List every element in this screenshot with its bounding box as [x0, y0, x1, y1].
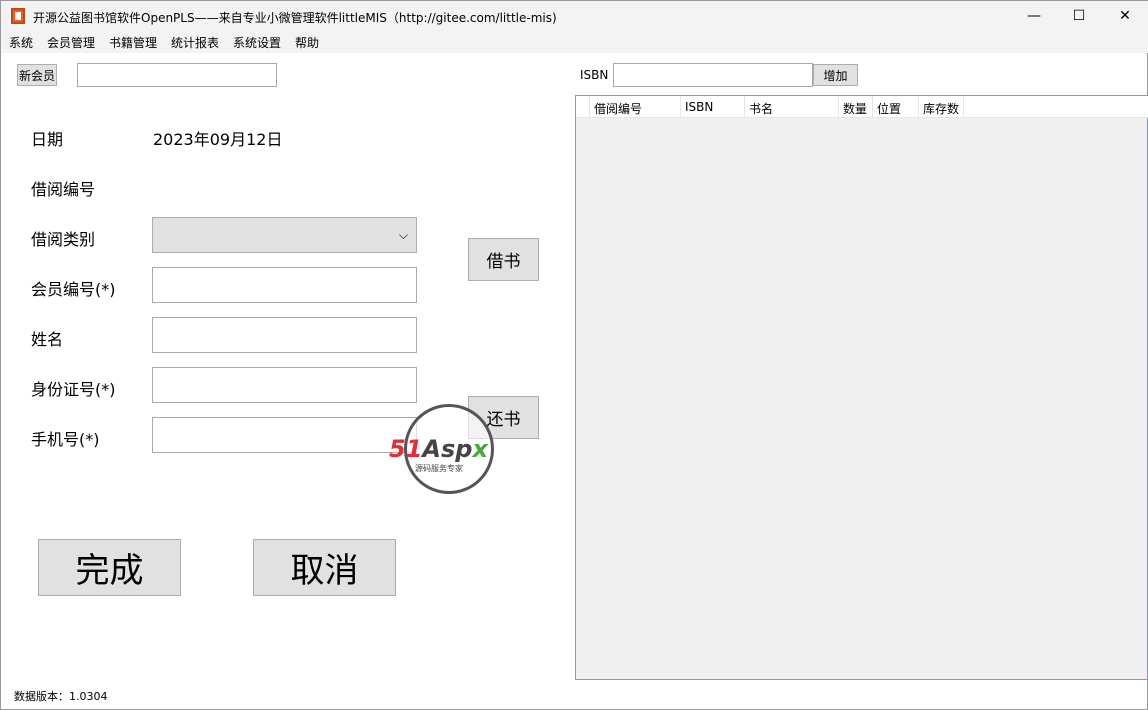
id-label: 身份证号(*) [31, 380, 116, 399]
window-title: 开源公益图书馆软件OpenPLS——来自专业小微管理软件littleMIS（ht… [33, 11, 557, 25]
column-header[interactable]: 借阅编号 [590, 96, 681, 118]
borrow-grid[interactable]: 借阅编号 ISBN 书名 数量 位置 库存数 [575, 95, 1148, 680]
column-header[interactable]: ISBN [681, 96, 745, 118]
minimize-button[interactable]: — [1011, 1, 1057, 31]
menu-books[interactable]: 书籍管理 [109, 34, 157, 51]
date-value: 2023年09月12日 [153, 130, 283, 149]
cancel-button[interactable]: 取消 [253, 539, 396, 596]
isbn-input[interactable] [613, 63, 813, 87]
phone-label: 手机号(*) [31, 430, 100, 449]
menu-system[interactable]: 系统 [9, 34, 33, 51]
borrow-button[interactable]: 借书 [468, 238, 539, 281]
menu-settings[interactable]: 系统设置 [233, 34, 281, 51]
chevron-down-icon: ⌵ [398, 227, 408, 242]
column-header[interactable]: 书名 [745, 96, 839, 118]
isbn-label: ISBN [580, 68, 609, 82]
header-filler [964, 96, 1148, 118]
borrow-type-select[interactable]: ⌵ [152, 217, 417, 253]
menu-members[interactable]: 会员管理 [47, 34, 95, 51]
phone-input[interactable] [152, 417, 417, 453]
add-button[interactable]: 增加 [813, 64, 858, 86]
name-input[interactable] [152, 317, 417, 353]
member-no-input[interactable] [152, 267, 417, 303]
id-input[interactable] [152, 367, 417, 403]
borrow-no-label: 借阅编号 [31, 180, 96, 199]
borrow-type-label: 借阅类别 [31, 230, 96, 249]
done-button[interactable]: 完成 [38, 539, 181, 596]
new-member-button[interactable]: 新会员 [17, 64, 57, 86]
column-header[interactable]: 库存数 [919, 96, 964, 118]
name-label: 姓名 [31, 330, 64, 349]
app-icon [11, 8, 25, 24]
new-member-input[interactable] [77, 63, 277, 87]
menu-reports[interactable]: 统计报表 [171, 34, 219, 51]
member-no-label: 会员编号(*) [31, 280, 116, 299]
maximize-button[interactable]: ☐ [1056, 1, 1102, 31]
column-header[interactable]: 位置 [873, 96, 919, 118]
date-label: 日期 [31, 130, 64, 149]
menu-help[interactable]: 帮助 [295, 34, 319, 51]
column-header[interactable]: 数量 [839, 96, 873, 118]
close-button[interactable]: ✕ [1102, 1, 1148, 31]
watermark-brand: 51Aspx [389, 435, 488, 463]
watermark-tagline: 源码服务专家 [415, 464, 463, 473]
row-header-corner [576, 96, 590, 118]
status-version: 数据版本：1.0304 [14, 690, 108, 703]
